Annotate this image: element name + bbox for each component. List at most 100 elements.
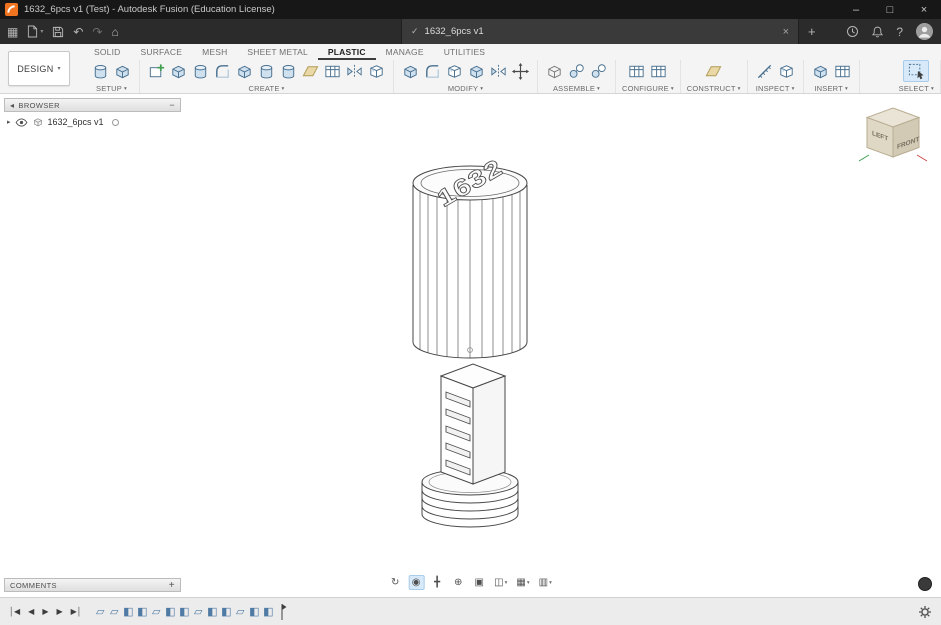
inspect-group-label[interactable]: INSPECT bbox=[756, 84, 790, 93]
loft-icon[interactable] bbox=[234, 61, 255, 82]
insert-group-label[interactable]: INSERT bbox=[814, 84, 843, 93]
timeline-feature-icon[interactable]: ◧ bbox=[220, 605, 233, 619]
expand-caret-icon[interactable]: ▸ bbox=[7, 118, 11, 126]
construct-plane-icon[interactable] bbox=[703, 61, 724, 82]
timeline-feature-icon[interactable]: ▱ bbox=[234, 605, 247, 619]
combine-icon[interactable] bbox=[466, 61, 487, 82]
orbit-button[interactable]: ↻ bbox=[387, 575, 403, 590]
browser-item-label[interactable]: 1632_6pcs v1 bbox=[48, 117, 104, 127]
timeline-feature-icon[interactable]: ▱ bbox=[94, 605, 107, 619]
joint-icon[interactable] bbox=[566, 61, 587, 82]
minimize-button[interactable]: – bbox=[839, 0, 873, 19]
file-menu-icon[interactable]: ▾ bbox=[27, 25, 43, 38]
play-button[interactable]: ▶ bbox=[42, 607, 48, 616]
document-tab[interactable]: ✓ 1632_6pcs v1 × bbox=[401, 19, 799, 44]
visibility-eye-icon[interactable] bbox=[15, 118, 28, 127]
help-icon[interactable]: ? bbox=[896, 25, 903, 39]
assemble-group-label[interactable]: ASSEMBLE bbox=[553, 84, 595, 93]
shell-icon[interactable] bbox=[444, 61, 465, 82]
settings-gear-icon[interactable] bbox=[918, 605, 932, 619]
construct-group-label[interactable]: CONSTRUCT bbox=[687, 84, 736, 93]
save-icon[interactable] bbox=[52, 26, 64, 38]
timeline-feature-icon[interactable]: ◧ bbox=[164, 605, 177, 619]
avatar[interactable] bbox=[916, 23, 933, 40]
browser-header[interactable]: ◂ BROWSER − bbox=[4, 98, 181, 112]
timeline-position-marker[interactable] bbox=[277, 602, 287, 622]
display-settings-button[interactable]: ◫ ▾ bbox=[492, 575, 509, 590]
thicken-icon[interactable] bbox=[366, 61, 387, 82]
fit-button[interactable]: ▣ bbox=[471, 575, 487, 590]
sweep-icon[interactable] bbox=[212, 61, 233, 82]
tab-manage[interactable]: MANAGE bbox=[376, 44, 434, 60]
look-at-button[interactable]: ◉ bbox=[408, 575, 425, 590]
minimize-panel-icon[interactable]: − bbox=[169, 100, 175, 110]
grid-settings-button[interactable]: ▦ ▾ bbox=[514, 575, 531, 590]
tab-solid[interactable]: SOLID bbox=[84, 44, 131, 60]
undo-icon[interactable]: ↶ bbox=[73, 25, 83, 39]
tab-surface[interactable]: SURFACE bbox=[131, 44, 193, 60]
hole-icon[interactable] bbox=[256, 61, 277, 82]
home-icon[interactable]: ⌂ bbox=[111, 25, 118, 39]
timeline-feature-icon[interactable]: ◧ bbox=[122, 605, 135, 619]
move-copy-icon[interactable] bbox=[510, 61, 531, 82]
new-component-icon[interactable] bbox=[544, 61, 565, 82]
timeline-feature-icon[interactable]: ▱ bbox=[108, 605, 121, 619]
redo-icon[interactable]: ↷ bbox=[92, 25, 102, 39]
workspace-switcher[interactable]: DESIGN ▾ bbox=[8, 51, 70, 86]
tab-close-icon[interactable]: × bbox=[783, 26, 789, 38]
setup-group-label[interactable]: SETUP bbox=[96, 84, 122, 93]
rib-icon[interactable] bbox=[300, 61, 321, 82]
pan-button[interactable]: ╋ bbox=[429, 575, 445, 590]
thread-icon[interactable] bbox=[278, 61, 299, 82]
select-icon[interactable] bbox=[903, 60, 930, 82]
mirror-icon[interactable] bbox=[344, 61, 365, 82]
configure-group-label[interactable]: CONFIGURE bbox=[622, 84, 669, 93]
press-pull-icon[interactable] bbox=[400, 61, 421, 82]
timeline-feature-icon[interactable]: ◧ bbox=[248, 605, 261, 619]
split-body-icon[interactable] bbox=[488, 61, 509, 82]
timeline-feature-icon[interactable]: ▱ bbox=[150, 605, 163, 619]
tab-plastic[interactable]: PLASTIC bbox=[318, 44, 376, 60]
section-analysis-icon[interactable] bbox=[776, 61, 797, 82]
tab-mesh[interactable]: MESH bbox=[192, 44, 237, 60]
setup-tool-icon[interactable] bbox=[90, 61, 111, 82]
modify-group-label[interactable]: MODIFY bbox=[448, 84, 478, 93]
app-grid-icon[interactable]: ▦ bbox=[7, 25, 18, 39]
model-viewport[interactable]: 1632 bbox=[0, 94, 941, 597]
assistant-icon[interactable] bbox=[918, 577, 932, 591]
insert-mesh-icon[interactable] bbox=[832, 61, 853, 82]
as-built-joint-icon[interactable] bbox=[588, 61, 609, 82]
go-to-end-button[interactable]: ▶│ bbox=[71, 607, 82, 616]
insert-derive-icon[interactable] bbox=[810, 61, 831, 82]
select-group-label[interactable]: SELECT bbox=[899, 84, 929, 93]
extrude-icon[interactable] bbox=[168, 61, 189, 82]
zoom-button[interactable]: ⊕ bbox=[450, 575, 466, 590]
notifications-bell-icon[interactable] bbox=[872, 26, 883, 38]
collapse-panel-icon[interactable]: ◂ bbox=[10, 101, 14, 110]
fillet-icon[interactable] bbox=[422, 61, 443, 82]
configure-icon[interactable] bbox=[626, 61, 647, 82]
timeline-feature-icon[interactable]: ▱ bbox=[192, 605, 205, 619]
browser-root-item[interactable]: ▸ 1632_6pcs v1 bbox=[4, 112, 181, 128]
configuration-table-icon[interactable] bbox=[648, 61, 669, 82]
revolve-icon[interactable] bbox=[190, 61, 211, 82]
timeline-feature-icon[interactable]: ◧ bbox=[178, 605, 191, 619]
view-cube[interactable]: LEFT FRONT bbox=[853, 102, 933, 168]
comments-panel[interactable]: COMMENTS + bbox=[4, 578, 181, 592]
close-button[interactable]: × bbox=[907, 0, 941, 19]
maximize-button[interactable]: □ bbox=[873, 0, 907, 19]
job-status-icon[interactable] bbox=[846, 25, 859, 38]
tab-sheet-metal[interactable]: SHEET METAL bbox=[237, 44, 317, 60]
timeline-feature-icon[interactable]: ◧ bbox=[206, 605, 219, 619]
tab-utilities[interactable]: UTILITIES bbox=[434, 44, 495, 60]
create-group-label[interactable]: CREATE bbox=[248, 84, 279, 93]
measure-icon[interactable] bbox=[754, 61, 775, 82]
step-back-button[interactable]: ◀ bbox=[28, 607, 34, 616]
new-tab-button[interactable]: + bbox=[808, 24, 816, 39]
viewports-button[interactable]: ▥ ▾ bbox=[537, 575, 554, 590]
add-comment-button[interactable]: + bbox=[169, 580, 175, 591]
model-canvas[interactable]: 1632 ◂ BROWSER − ▸ 1632_6pcs v1 LEFT FRO… bbox=[0, 94, 941, 597]
setup-tool-icon[interactable] bbox=[112, 61, 133, 82]
pattern-icon[interactable] bbox=[322, 61, 343, 82]
go-to-start-button[interactable]: │◀ bbox=[9, 607, 20, 616]
